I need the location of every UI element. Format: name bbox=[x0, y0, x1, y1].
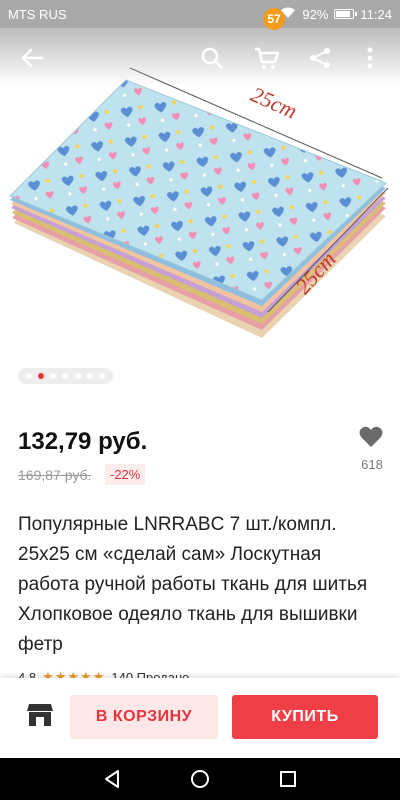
cart-count-badge: 57 bbox=[263, 8, 285, 30]
more-vertical-icon[interactable] bbox=[358, 44, 382, 72]
store-icon bbox=[26, 702, 54, 733]
store-button[interactable] bbox=[20, 695, 60, 739]
battery-icon bbox=[334, 9, 358, 19]
carrier-label: MTS RUS bbox=[8, 6, 67, 22]
nav-back-icon[interactable] bbox=[100, 767, 124, 791]
discount-badge: -22% bbox=[105, 464, 146, 485]
share-icon[interactable] bbox=[306, 44, 334, 72]
carousel-dot[interactable] bbox=[86, 373, 93, 379]
buy-now-button[interactable]: КУПИТЬ bbox=[232, 695, 378, 739]
search-icon[interactable] bbox=[198, 44, 226, 72]
status-bar: MTS RUS 92% 11:24 bbox=[0, 0, 400, 28]
carousel-indicator[interactable] bbox=[18, 368, 113, 384]
price: 132,79 руб. bbox=[18, 428, 148, 455]
add-to-cart-button[interactable]: В КОРЗИНУ bbox=[70, 695, 218, 739]
carousel-dot[interactable] bbox=[38, 373, 45, 379]
old-price: 169,87 руб. bbox=[18, 467, 92, 483]
nav-home-icon[interactable] bbox=[188, 767, 212, 791]
top-app-bar bbox=[0, 28, 400, 86]
clock: 11:24 bbox=[360, 6, 392, 22]
carousel-dot[interactable] bbox=[74, 373, 81, 379]
back-arrow-icon[interactable] bbox=[18, 44, 46, 72]
carousel-dot[interactable] bbox=[26, 373, 33, 379]
carousel-dot[interactable] bbox=[62, 373, 69, 379]
battery-percent: 92% bbox=[302, 6, 329, 22]
carousel-dot[interactable] bbox=[50, 373, 57, 379]
heart-icon[interactable] bbox=[358, 424, 384, 450]
nav-recents-icon[interactable] bbox=[276, 767, 300, 791]
system-nav-bar bbox=[0, 758, 400, 800]
carousel-dot[interactable] bbox=[98, 373, 105, 379]
product-title: Популярные LNRRABC 7 шт./компл. 25x25 см… bbox=[18, 514, 368, 655]
cart-icon[interactable] bbox=[252, 44, 282, 72]
wishlist-count: 618 bbox=[361, 457, 383, 472]
product-screen: 25cm 25cm MTS RUS 92% 11:24 57 132,79 ру… bbox=[0, 0, 400, 800]
bottom-action-bar: В КОРЗИНУ КУПИТЬ bbox=[0, 678, 400, 758]
